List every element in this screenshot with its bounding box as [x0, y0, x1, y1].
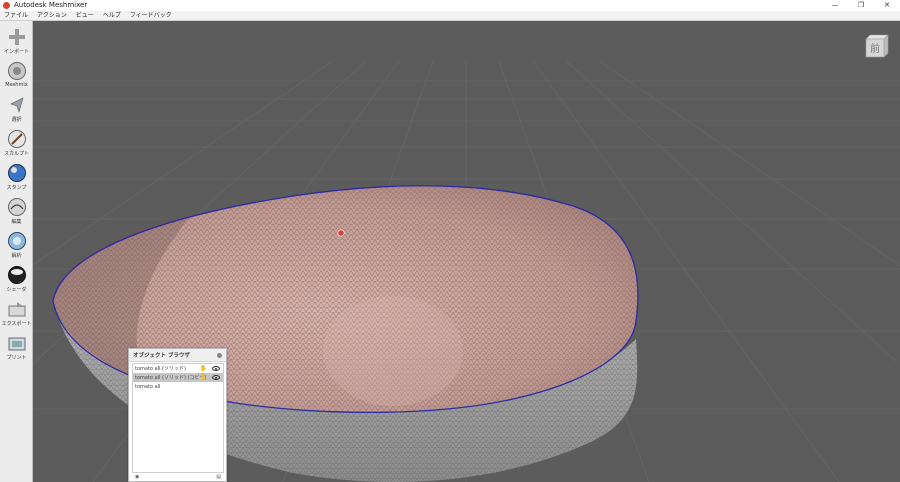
menu-view[interactable]: ビュー	[72, 11, 99, 21]
tool-edit[interactable]: 編集	[0, 195, 33, 229]
export-icon	[7, 299, 27, 319]
menu-file[interactable]: ファイル	[0, 11, 33, 21]
tool-shader[interactable]: シェーダ	[0, 263, 33, 297]
tool-export-label: エクスポート	[1, 321, 32, 327]
tool-import-label: インポート	[3, 49, 29, 55]
import-plus-icon	[7, 27, 27, 47]
visibility-eye-icon[interactable]	[212, 375, 220, 380]
tool-analysis-label: 解析	[11, 253, 22, 259]
object-browser-close-icon[interactable]	[217, 352, 222, 358]
edit-icon	[7, 197, 27, 217]
stamp-icon	[7, 163, 27, 183]
title-bar: Autodesk Meshmixer — ❐ ✕	[0, 0, 900, 11]
visibility-eye-icon[interactable]	[212, 366, 220, 371]
restore-button[interactable]: ❐	[848, 0, 874, 11]
menu-feedback[interactable]: フィードバック	[126, 11, 177, 21]
tool-shader-label: シェーダ	[6, 287, 27, 293]
view-cube[interactable]: 前	[862, 31, 890, 61]
footer-eye-icon[interactable]: ◉	[135, 474, 139, 480]
object-browser-title: オブジェクト ブラウザ	[133, 353, 190, 359]
tool-export[interactable]: エクスポート	[0, 297, 33, 331]
window-title: Autodesk Meshmixer	[14, 1, 88, 9]
object-row-selected[interactable]: tomato all (ソリッド) (コピー) ✋	[133, 373, 223, 382]
object-list: tomato all (ソリッド) ✋ tomato all (ソリッド) (コ…	[132, 363, 224, 473]
menu-action[interactable]: アクション	[33, 11, 72, 21]
object-row[interactable]: tomato all	[133, 382, 223, 391]
object-browser-panel: オブジェクト ブラウザ tomato all (ソリッド) ✋ tomato a…	[128, 348, 227, 482]
analysis-icon	[7, 231, 27, 251]
object-name: tomato all (ソリッド)	[135, 366, 186, 372]
view-cube-front-label: 前	[870, 42, 880, 55]
menu-bar: ファイル アクション ビュー ヘルプ フィードバック	[0, 11, 900, 21]
shader-sphere-icon	[7, 265, 27, 285]
tool-import[interactable]: インポート	[0, 25, 33, 59]
tool-select-label: 選択	[11, 117, 22, 123]
object-browser-footer: ◉ ▤	[132, 473, 224, 481]
tool-sculpt[interactable]: スカルプト	[0, 127, 33, 161]
close-button[interactable]: ✕	[874, 0, 900, 11]
print-icon	[7, 333, 27, 353]
tool-sidebar: インポート Meshmix 選択 スカルプト スタンプ 編集 解析 シェーダ エ…	[0, 21, 33, 482]
footer-trash-icon[interactable]: ▤	[216, 474, 221, 480]
window-controls: — ❐ ✕	[822, 0, 900, 11]
mesh-bottom-region	[323, 296, 463, 406]
tool-meshmix-label: Meshmix	[5, 82, 28, 88]
object-name: tomato all (ソリッド) (コピー)	[135, 375, 207, 381]
tool-analysis[interactable]: 解析	[0, 229, 33, 263]
pivot-marker-icon[interactable]	[337, 229, 345, 237]
minimize-button[interactable]: —	[822, 0, 848, 11]
object-row[interactable]: tomato all (ソリッド) ✋	[133, 364, 223, 373]
tool-stamp[interactable]: スタンプ	[0, 161, 33, 195]
tool-print[interactable]: プリント	[0, 331, 33, 365]
grab-hand-icon[interactable]: ✋	[200, 365, 207, 372]
tool-stamp-label: スタンプ	[6, 185, 27, 191]
tool-meshmix[interactable]: Meshmix	[0, 59, 33, 93]
tool-sculpt-label: スカルプト	[3, 151, 29, 157]
tool-edit-label: 編集	[11, 219, 22, 225]
object-browser-header[interactable]: オブジェクト ブラウザ	[129, 349, 226, 362]
meshmix-icon	[7, 61, 27, 81]
sculpt-brush-icon	[7, 129, 27, 149]
select-arrow-icon	[7, 95, 27, 115]
app-logo-icon	[3, 2, 10, 9]
tool-print-label: プリント	[6, 355, 27, 361]
grab-hand-icon[interactable]: ✋	[200, 374, 207, 381]
object-name: tomato all	[135, 383, 161, 390]
tool-select[interactable]: 選択	[0, 93, 33, 127]
menu-help[interactable]: ヘルプ	[99, 11, 126, 21]
